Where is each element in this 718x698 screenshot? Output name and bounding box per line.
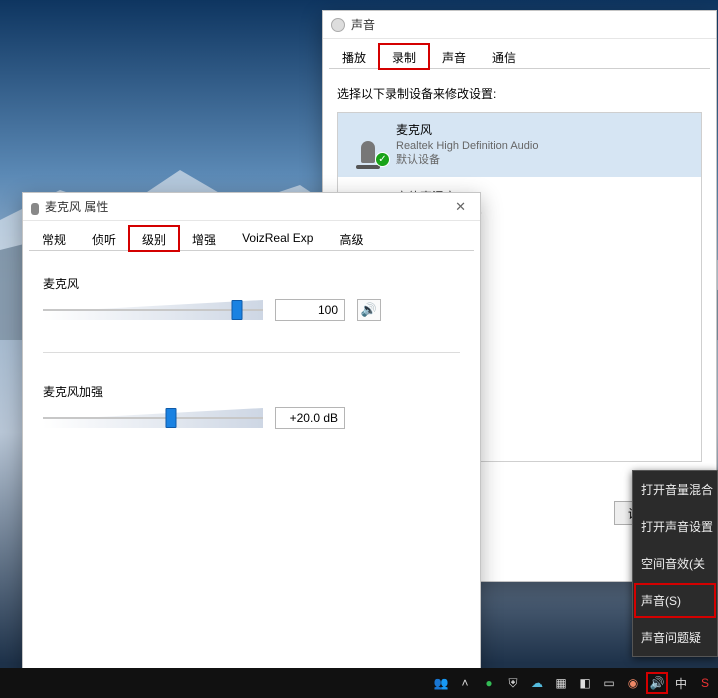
mic-boost-slider[interactable] <box>43 406 263 430</box>
sound-titlebar: 声音 <box>323 11 716 39</box>
tab-advanced[interactable]: 高级 <box>326 226 376 251</box>
menu-open-mixer[interactable]: 打开音量混合 <box>633 471 717 508</box>
cloud-icon[interactable]: ☁ <box>528 674 546 692</box>
tab-recording[interactable]: 录制 <box>379 44 429 69</box>
recording-instruction: 选择以下录制设备来修改设置: <box>337 85 702 102</box>
divider <box>43 352 460 353</box>
ime-indicator[interactable]: 中 <box>672 674 690 692</box>
tab-levels[interactable]: 级别 <box>129 226 179 251</box>
tab-sounds[interactable]: 声音 <box>429 44 479 69</box>
sound-tabs: 播放 录制 声音 通信 <box>329 43 710 69</box>
mic-level-value[interactable]: 100 <box>275 299 345 321</box>
prop-titlebar: 麦克风 属性 ✕ <box>23 193 480 221</box>
mic-level-slider[interactable] <box>43 298 263 322</box>
sound-app-icon <box>331 18 345 32</box>
tray-generic-icon[interactable]: ◧ <box>576 674 594 692</box>
sogou-icon[interactable]: S <box>696 674 714 692</box>
microphone-mini-icon <box>31 203 39 215</box>
battery-icon[interactable]: ▭ <box>600 674 618 692</box>
mic-boost-label: 麦克风加强 <box>43 383 460 400</box>
tray-app-icon[interactable]: ● <box>480 674 498 692</box>
device-driver: Realtek High Definition Audio <box>396 139 538 153</box>
mic-level-label: 麦克风 <box>43 275 460 292</box>
tray-app-icon[interactable]: ◉ <box>624 674 642 692</box>
sound-title: 声音 <box>351 16 375 33</box>
mic-boost-thumb[interactable] <box>165 408 176 428</box>
menu-open-sound-settings[interactable]: 打开声音设置 <box>633 508 717 545</box>
tab-listen[interactable]: 侦听 <box>79 226 129 251</box>
tab-communications[interactable]: 通信 <box>479 44 529 69</box>
mic-boost-value[interactable]: +20.0 dB <box>275 407 345 429</box>
menu-spatial-audio[interactable]: 空间音效(关 <box>633 545 717 582</box>
tab-general[interactable]: 常规 <box>29 226 79 251</box>
volume-context-menu: 打开音量混合 打开声音设置 空间音效(关 声音(S) 声音问题疑 <box>632 470 718 657</box>
mute-button[interactable]: 🔊 <box>357 299 381 321</box>
prop-tabs: 常规 侦听 级别 增强 VoizReal Exp 高级 <box>29 225 474 251</box>
shield-icon[interactable]: ⛨ <box>504 674 522 692</box>
tray-generic-icon[interactable]: ▦ <box>552 674 570 692</box>
tab-enhance[interactable]: 增强 <box>179 226 229 251</box>
microphone-properties-window: 麦克风 属性 ✕ 常规 侦听 级别 增强 VoizReal Exp 高级 麦克风… <box>22 192 481 694</box>
prop-title: 麦克风 属性 <box>45 198 108 215</box>
device-status: 默认设备 <box>396 153 538 167</box>
chevron-up-icon[interactable]: ˄ <box>456 674 474 692</box>
mic-level-thumb[interactable] <box>231 300 242 320</box>
device-microphone[interactable]: ✓ 麦克风 Realtek High Definition Audio 默认设备 <box>338 113 701 177</box>
people-icon[interactable]: 👥 <box>432 674 450 692</box>
close-icon[interactable]: ✕ <box>449 199 472 215</box>
microphone-icon: ✓ <box>350 127 386 163</box>
menu-sound[interactable]: 声音(S) <box>633 582 717 619</box>
device-name: 麦克风 <box>396 123 538 139</box>
taskbar: 👥 ˄ ● ⛨ ☁ ▦ ◧ ▭ ◉ 🔊 中 S <box>0 668 718 698</box>
menu-troubleshoot[interactable]: 声音问题疑 <box>633 619 717 656</box>
tab-playback[interactable]: 播放 <box>329 44 379 69</box>
volume-icon[interactable]: 🔊 <box>648 674 666 692</box>
default-check-icon: ✓ <box>375 152 390 167</box>
tab-voizreal[interactable]: VoizReal Exp <box>229 226 326 251</box>
